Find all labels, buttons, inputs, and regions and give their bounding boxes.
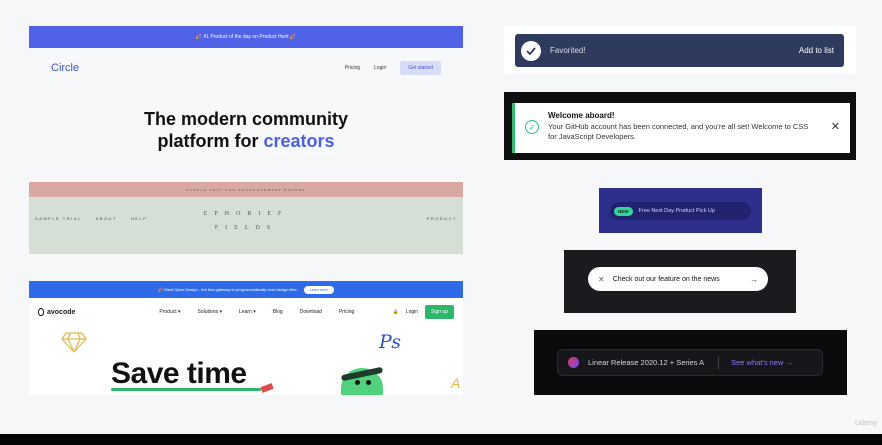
nav-login-link[interactable]: Login xyxy=(374,65,386,71)
news-text: Check out our feature on the news xyxy=(612,275,720,283)
announcement-topbar[interactable]: SAMPLE TEXT FOR ANNOUNCEMENT BANNER xyxy=(29,182,463,197)
toast-message: Favorited! xyxy=(550,46,586,55)
welcome-body: Your GitHub account has been connected, … xyxy=(548,122,809,141)
linear-logo-icon xyxy=(568,357,579,368)
linear-pill[interactable]: Linear Release 2020.12 + Series A See wh… xyxy=(557,349,823,376)
new-badge: NEW xyxy=(614,206,633,216)
headline-underline xyxy=(111,388,261,391)
pickup-banner-preview: NEW Free Next Day Product Pick Up xyxy=(599,188,762,233)
linear-release-text: Linear Release 2020.12 + Series A xyxy=(588,358,705,367)
menu-pricing[interactable]: Pricing xyxy=(339,309,354,315)
illustrator-doodle: A xyxy=(451,375,461,391)
login-link[interactable]: Login xyxy=(406,309,418,315)
avocode-nav-right: 🔒 Login Sign up xyxy=(393,305,454,319)
avocode-logo-text: avocode xyxy=(47,308,76,316)
nav-pricing-link[interactable]: Pricing xyxy=(345,65,360,71)
favorited-toast: Favorited! Add to list xyxy=(515,34,844,67)
news-pill[interactable]: ✕ Check out our feature on the news → xyxy=(588,267,768,291)
linear-banner-preview: Linear Release 2020.12 + Series A See wh… xyxy=(534,330,847,395)
lock-icon: 🔒 xyxy=(392,309,399,315)
avocode-headline: Save time xyxy=(111,357,247,390)
mascot-eye xyxy=(366,380,371,385)
circle-headline: The modern community platform for creato… xyxy=(29,108,463,152)
mascot-band xyxy=(340,366,384,382)
circle-announcement-card: 🎉 #1 Product of the day on Product Hunt … xyxy=(29,26,463,157)
add-to-list-button[interactable]: Add to list xyxy=(799,46,834,55)
avocode-banner-text: 🎉 Meet Open Design - the first gateway t… xyxy=(158,287,298,292)
announcement-banner[interactable]: 🎉 #1 Product of the day on Product Hunt … xyxy=(29,26,463,48)
welcome-toast-preview: ✓ Welcome aboard! Your GitHub account ha… xyxy=(504,92,856,160)
pen-illustration xyxy=(260,383,274,393)
news-banner-preview: ✕ Check out our feature on the news → xyxy=(564,250,796,313)
welcome-title: Welcome aboard! xyxy=(548,111,615,120)
headline-line-2: platform for xyxy=(157,131,259,151)
nav-sample-trial[interactable]: SAMPLE TRIAL xyxy=(35,216,82,221)
get-started-button[interactable]: Get started xyxy=(400,61,441,75)
check-circle-icon: ✓ xyxy=(525,120,539,134)
menu-learn[interactable]: Learn ▾ xyxy=(239,309,256,315)
ephemeral-brand[interactable]: EPHORIEF FIELDS xyxy=(204,207,289,235)
favorited-toast-preview: Favorited! Add to list xyxy=(504,26,856,74)
diamond-icon xyxy=(61,332,87,353)
nav-product[interactable]: PRODUCT xyxy=(427,216,457,221)
divider xyxy=(718,356,720,369)
bottom-bar xyxy=(0,434,882,445)
circle-logo[interactable]: Circle xyxy=(51,62,79,74)
mascot-eye xyxy=(355,380,360,385)
menu-blog[interactable]: Blog xyxy=(273,309,283,315)
close-icon[interactable]: ✕ xyxy=(598,275,605,284)
nav-about[interactable]: ABOUT xyxy=(96,216,117,221)
menu-solutions[interactable]: Solutions ▾ xyxy=(198,309,222,315)
arrow-right-icon: → xyxy=(750,274,758,284)
udemy-watermark: Udemy xyxy=(855,420,878,427)
check-icon xyxy=(521,40,541,61)
signup-button[interactable]: Sign up xyxy=(425,305,454,319)
menu-download[interactable]: Download xyxy=(300,309,322,315)
avocode-navbar: avocode Product ▾ Solutions ▾ Learn ▾ Bl… xyxy=(29,298,463,326)
photoshop-doodle: Ps xyxy=(379,331,402,353)
avocado-mascot xyxy=(340,366,384,395)
pickup-text: Free Next Day Product Pick Up xyxy=(638,208,715,214)
brand-line-2: FIELDS xyxy=(214,225,278,231)
headline-line-1: The modern community xyxy=(143,109,349,129)
pickup-pill[interactable]: NEW Free Next Day Product Pick Up xyxy=(610,202,751,220)
see-whats-new-link[interactable]: See what's new → xyxy=(731,358,793,367)
nav-help[interactable]: HELP xyxy=(131,216,147,221)
welcome-text: Welcome aboard! Your GitHub account has … xyxy=(548,111,816,145)
avocode-logo[interactable]: avocode xyxy=(38,308,75,316)
avocado-icon xyxy=(38,308,44,316)
banner-learn-more-button[interactable]: Learn more xyxy=(303,285,334,294)
welcome-toast: ✓ Welcome aboard! Your GitHub account ha… xyxy=(512,103,850,153)
avocode-card: 🎉 Meet Open Design - the first gateway t… xyxy=(29,281,463,395)
circle-navbar: Circle Pricing Login Get started xyxy=(29,48,463,88)
circle-nav-links: Pricing Login Get started xyxy=(345,61,441,75)
avocode-banner: 🎉 Meet Open Design - the first gateway t… xyxy=(29,281,463,298)
avocode-menu: Product ▾ Solutions ▾ Learn ▾ Blog Downl… xyxy=(159,309,354,315)
close-icon[interactable]: ✕ xyxy=(831,120,840,145)
brand-line-1: EPHORIEF xyxy=(203,211,289,217)
ephemeral-nav-links: SAMPLE TRIAL ABOUT HELP xyxy=(35,216,147,221)
ephemeral-navbar: SAMPLE TRIAL ABOUT HELP EPHORIEF FIELDS … xyxy=(29,197,463,254)
headline-accent: creators xyxy=(263,131,335,151)
ephemeral-card: SAMPLE TEXT FOR ANNOUNCEMENT BANNER SAMP… xyxy=(29,182,463,254)
menu-product[interactable]: Product ▾ xyxy=(159,309,180,315)
